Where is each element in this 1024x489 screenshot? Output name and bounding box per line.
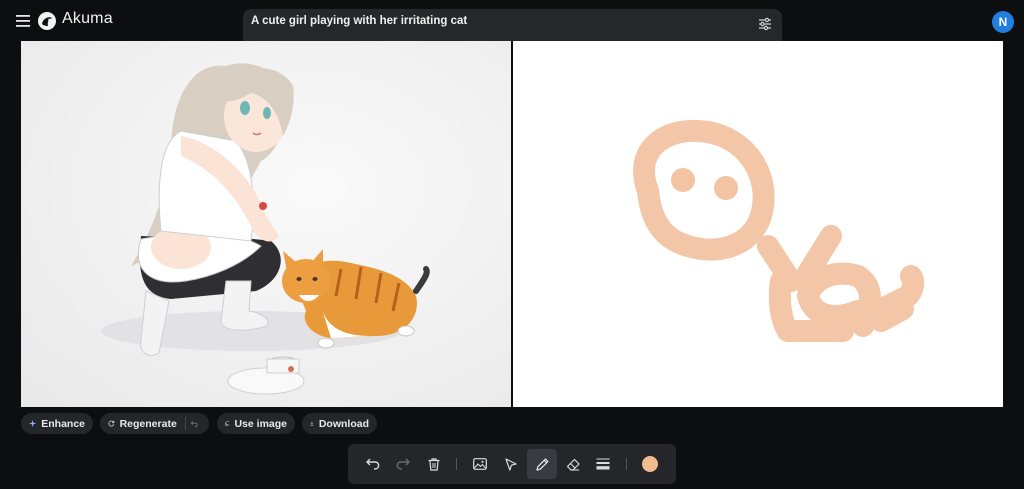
prompt-input[interactable]: A cute girl playing with her irritating … <box>251 15 467 27</box>
user-avatar[interactable]: N <box>992 11 1014 33</box>
insert-image-button[interactable] <box>469 453 491 475</box>
download-icon <box>310 421 314 426</box>
sparkle-icon <box>29 419 37 428</box>
top-bar: Akuma A cute girl playing with her irrit… <box>0 0 1024 51</box>
select-tool-button[interactable] <box>500 453 522 475</box>
stroke-width-button[interactable] <box>592 453 614 475</box>
toolbar-separator <box>456 458 457 470</box>
redo-icon <box>396 458 410 470</box>
generated-image-art <box>21 41 511 407</box>
eraser-tool-button[interactable] <box>562 453 584 475</box>
pencil-icon <box>535 458 548 471</box>
redo-button[interactable] <box>392 453 414 475</box>
pill-separator <box>184 417 186 430</box>
sliders-icon[interactable] <box>758 17 772 31</box>
download-label: Download <box>318 417 369 430</box>
use-image-button[interactable]: Use image <box>217 413 295 434</box>
sketch-canvas[interactable] <box>513 41 1003 407</box>
enhance-label: Enhance <box>41 417 85 430</box>
hamburger-icon <box>16 15 30 27</box>
use-image-label: Use image <box>234 417 287 430</box>
pencil-tool-button[interactable] <box>527 449 557 479</box>
brush-color-swatch[interactable] <box>642 456 658 472</box>
menu-button[interactable] <box>14 12 32 30</box>
trash-icon <box>428 457 440 471</box>
undo-icon <box>366 458 380 470</box>
enhance-button[interactable]: Enhance <box>21 413 93 434</box>
regenerate-label: Regenerate <box>119 417 177 430</box>
pointer-icon <box>505 457 517 471</box>
regenerate-button[interactable]: Regenerate <box>100 413 209 434</box>
generated-image <box>21 41 511 407</box>
undo-icon[interactable] <box>191 419 198 429</box>
image-copy-icon <box>225 421 230 426</box>
refresh-icon <box>108 420 115 427</box>
toolbar-separator <box>626 458 627 470</box>
undo-button[interactable] <box>362 453 384 475</box>
drawing-toolbar <box>348 444 676 484</box>
clear-canvas-button[interactable] <box>423 453 445 475</box>
sketch-drawing <box>633 119 925 342</box>
app-name: Akuma <box>62 10 113 27</box>
stroke-width-icon <box>596 458 610 470</box>
akuma-logo <box>38 12 56 30</box>
download-button[interactable]: Download <box>302 413 377 434</box>
image-icon <box>473 458 487 470</box>
eraser-icon <box>566 458 580 471</box>
